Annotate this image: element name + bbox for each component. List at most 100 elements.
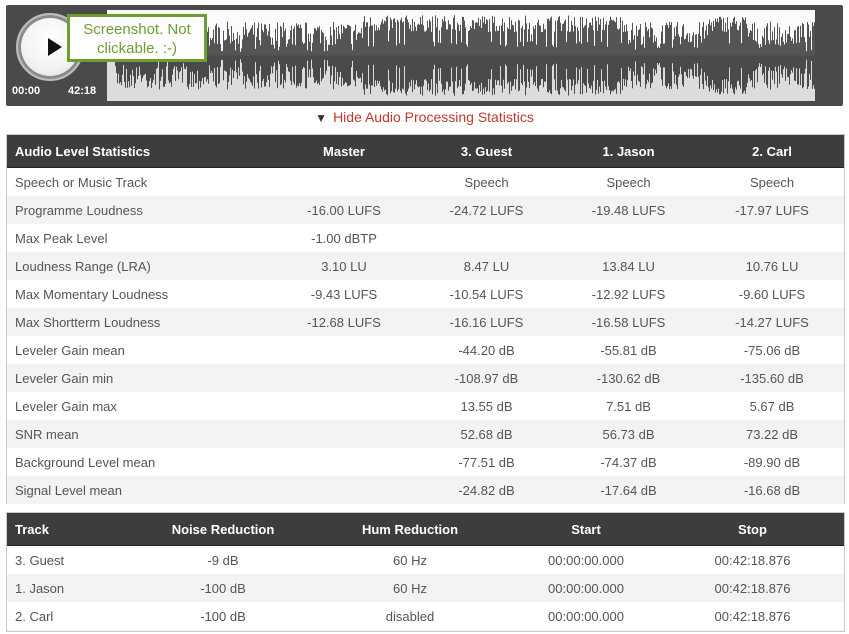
triangle-down-icon: ▼ [315,111,328,125]
row-label: Loudness Range (LRA) [15,258,151,274]
play-icon [48,38,62,56]
table-cell: 73.22 dB [745,426,799,442]
table-cell: 8.47 LU [463,258,510,274]
table-row: Leveler Gain min -108.97 dB -130.62 dB -135… [7,364,844,392]
table-cell: -24.82 dB [458,482,515,498]
table-cell: -19.48 LUFS [591,202,666,218]
row-label: Max Shortterm Loudness [15,314,161,330]
table-cell: 3.10 LU [321,258,367,274]
table-body: Speech or Music Track Speech Speech Speech P… [7,168,844,504]
table-row: Max Momentary Loudness -9.43 LUFS -10.54 L… [7,280,844,308]
header-cell: Master [323,143,365,159]
table-cell: Speech [749,174,795,190]
table-row: Loudness Range (LRA) 3.10 LU 8.47 LU 13.84 … [7,252,844,280]
table-header: Track Noise Reduction Hum Reduction Star… [7,513,844,546]
table-cell: Speech [464,174,509,190]
screenshot-tooltip: Screenshot. Not clickable. :-) [67,14,207,62]
table-cell: -9.43 LUFS [310,286,378,302]
table-cell: 00:00:00.000 [548,608,624,624]
table-cell: 60 Hz [393,552,427,568]
table-cell: 7.51 dB [606,398,651,414]
table-row: Max Peak Level -1.00 dBTP [7,224,844,252]
table-cell: -12.68 LUFS [307,314,381,330]
table-cell: 00:42:18.876 [714,580,791,596]
row-label: Max Peak Level [15,230,108,246]
table-header: Audio Level Statistics Master 3. Guest 1… [7,135,844,168]
table-cell: -77.51 dB [458,454,515,470]
table-cell: 00:42:18.876 [714,608,791,624]
table-cell: 00:42:18.876 [714,552,791,568]
table-cell: 13.84 LU [602,258,655,274]
table-cell: -100 dB [200,608,246,624]
row-label: SNR mean [15,426,79,442]
table-row: Max Shortterm Loudness -12.68 LUFS -16.16 … [7,308,844,336]
waveform-lower-shade [107,55,815,101]
header-cell: 3. Guest [460,143,513,159]
table-cell: -75.06 dB [743,342,801,358]
table-cell: -108.97 dB [454,370,519,386]
table-cell: -1.00 dBTP [311,230,377,246]
row-label: Leveler Gain max [15,398,117,414]
header-cell: Stop [738,521,767,537]
table-cell: 13.55 dB [460,398,513,414]
table-cell: 60 Hz [393,580,427,596]
row-label: Leveler Gain mean [15,342,125,358]
table-cell: -100 dB [200,580,246,596]
waveform-graphic [107,15,815,101]
audio-level-statistics-table: Audio Level Statistics Master 3. Guest 1… [6,134,845,504]
table-cell: Speech [606,174,651,190]
row-label: Signal Level mean [15,482,122,498]
table-cell: -10.54 LUFS [449,286,524,302]
table-cell: -135.60 dB [740,370,804,386]
table-row: Background Level mean -77.51 dB -74.37 dB -… [7,448,844,476]
statistics-toggle[interactable]: ▼ Hide Audio Processing Statistics [0,109,849,127]
time-end: 42:18 [68,85,97,97]
table-cell: -17.64 dB [600,482,657,498]
table-row: SNR mean 52.68 dB 56.73 dB 73.22 dB [7,420,844,448]
table-cell: -9.60 LUFS [738,286,806,302]
header-cell: 2. Carl [752,143,792,159]
table-cell: -74.37 dB [600,454,657,470]
header-cell: 1. Jason [602,143,655,159]
table-cell: 52.68 dB [460,426,513,442]
row-label: Max Momentary Loudness [15,286,169,302]
table-cell: 5.67 dB [749,398,795,414]
table-row: 1. Jason -100 dB 60 Hz 00:00:00.000 00:42:18… [7,574,844,602]
table-cell: 00:00:00.000 [548,580,624,596]
table-cell: -12.92 LUFS [591,286,666,302]
row-label: 2. Carl [15,608,54,624]
audio-player: 00:00 42:18 Screenshot. Not clickable. :… [6,5,843,106]
row-label: Speech or Music Track [15,174,148,190]
row-label: Leveler Gain min [15,370,114,386]
table-cell: 00:00:00.000 [548,552,624,568]
row-label: 3. Guest [15,552,65,568]
table-row: Leveler Gain mean -44.20 dB -55.81 dB -75.0… [7,336,844,364]
table-body: 3. Guest -9 dB 60 Hz 00:00:00.000 00:42:18.8… [7,546,844,630]
table-cell: -16.68 dB [743,482,801,498]
table-cell: -44.20 dB [458,342,515,358]
row-label: Programme Loudness [15,202,143,218]
table-cell: -16.58 LUFS [591,314,666,330]
header-cell: Start [571,521,601,537]
header-cell: Track [15,521,49,537]
table-row: 2. Carl -100 dB disabled 00:00:00.000 00:42:… [7,602,844,630]
table-row: Signal Level mean -24.82 dB -17.64 dB -16.6… [7,476,844,504]
waveform[interactable] [107,10,815,101]
header-cell: Hum Reduction [361,521,459,537]
statistics-toggle-label[interactable]: Hide Audio Processing Statistics [333,109,534,125]
track-processing-table: Track Noise Reduction Hum Reduction Star… [6,512,845,632]
table-cell: -17.97 LUFS [735,202,809,218]
table-cell: -14.27 LUFS [735,314,809,330]
row-label: 1. Jason [15,580,65,596]
table-cell: -16.00 LUFS [307,202,381,218]
table-cell: -89.90 dB [743,454,801,470]
table-row: Programme Loudness -16.00 LUFS -24.72 LUFS… [7,196,844,224]
row-label: Background Level mean [15,454,156,470]
table-cell: -9 dB [207,552,239,568]
table-row: Leveler Gain max 13.55 dB 7.51 dB 5.67 dB [7,392,844,420]
table-cell: disabled [385,608,435,624]
header-cell: Noise Reduction [171,521,275,537]
table-cell: 56.73 dB [602,426,655,442]
table-cell: 10.76 LU [745,258,799,274]
table-cell: -55.81 dB [600,342,657,358]
